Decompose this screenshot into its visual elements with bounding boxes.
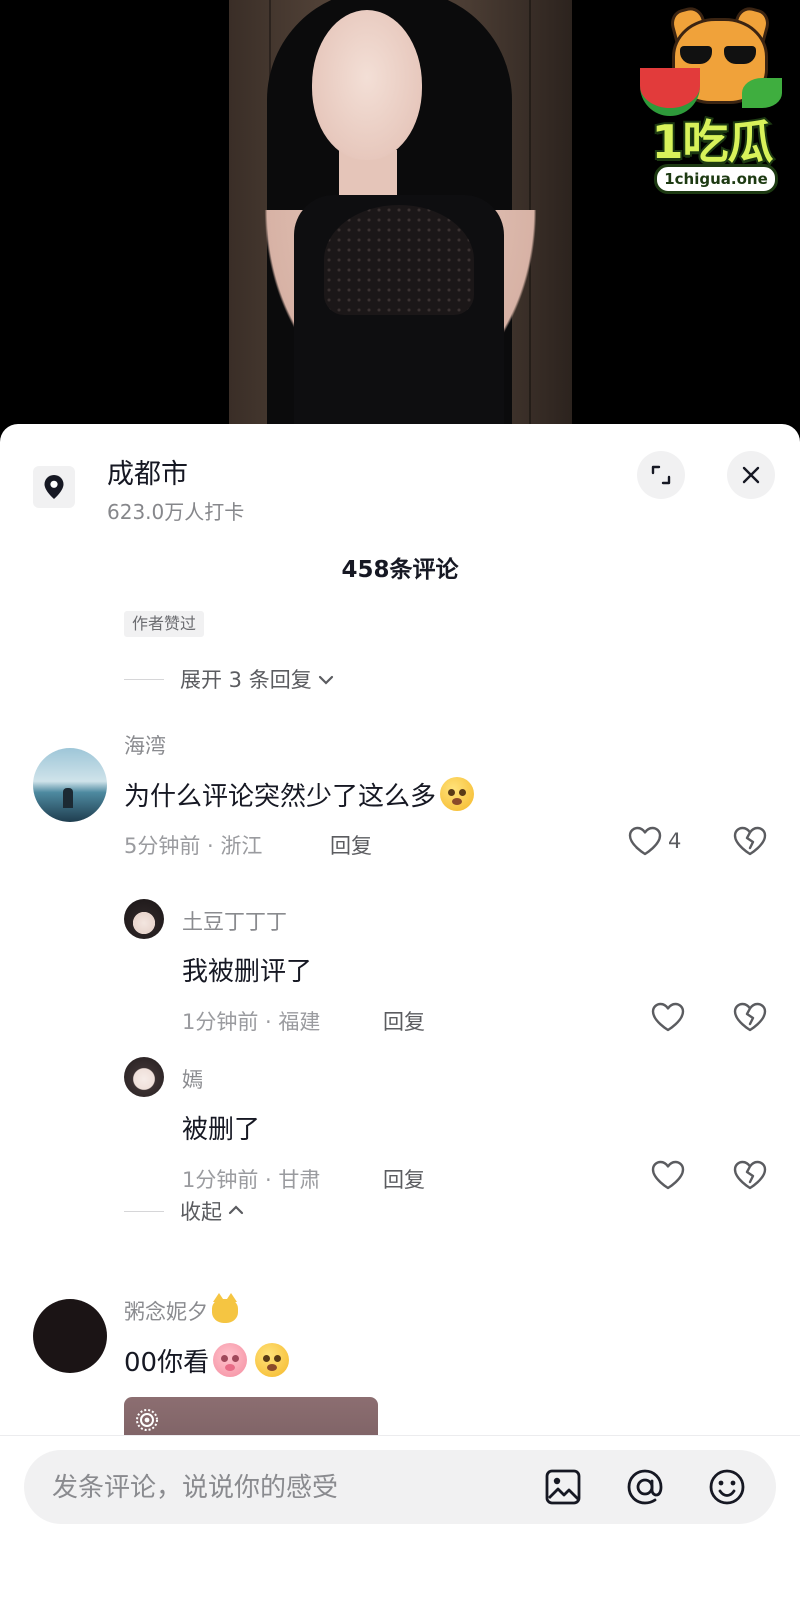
dislike-button[interactable] — [733, 1002, 767, 1032]
comment-text: 为什么评论突然少了这么多 — [124, 776, 475, 813]
heart-icon — [651, 1002, 685, 1032]
comment-meta: 5分钟前 · 浙江 — [124, 834, 263, 858]
heart-icon — [628, 826, 662, 856]
location-checkins: 623.0万人打卡 — [107, 500, 245, 524]
location-city: 成都市 — [107, 459, 188, 490]
like-button[interactable]: 4 — [628, 826, 681, 856]
mention-button[interactable] — [624, 1466, 666, 1508]
expand-icon — [651, 465, 671, 485]
watermark-brand: 1吃瓜 — [649, 113, 775, 171]
comment-count: 458条评论 — [341, 557, 459, 583]
avatar[interactable] — [124, 1057, 164, 1097]
like-count: 4 — [668, 829, 682, 853]
watermark-domain: 1chigua.one — [654, 164, 778, 194]
collapse-replies-button[interactable]: 收起 — [124, 1196, 244, 1226]
comment-username[interactable]: 海湾 — [124, 730, 166, 760]
reply-button[interactable]: 回复 — [383, 1164, 425, 1194]
comment-sheet: 成都市 623.0万人打卡 458条评论 作者赞过 展开 3 条回复 海湾 为什… — [0, 424, 800, 1603]
at-icon — [627, 1469, 663, 1505]
comment-text-body: 为什么评论突然少了这么多 — [124, 782, 437, 812]
image-button[interactable] — [542, 1466, 584, 1508]
reply-text: 我被删评了 — [182, 957, 313, 987]
pig-emoji-icon — [213, 1343, 248, 1377]
like-button[interactable] — [651, 1002, 685, 1032]
watermark-logo: 1吃瓜 1chigua.one — [632, 4, 792, 194]
avatar[interactable] — [33, 748, 107, 822]
heart-icon — [651, 1160, 685, 1190]
blush-emoji-icon — [255, 1343, 290, 1377]
avatar[interactable] — [124, 899, 164, 939]
dizzy-emoji-icon — [440, 777, 475, 811]
collapse-replies-label: 收起 — [180, 1200, 222, 1224]
reply-username[interactable]: 嫣 — [182, 1064, 203, 1094]
broken-heart-icon — [733, 1160, 767, 1190]
chevron-up-icon — [228, 1203, 244, 1219]
close-button[interactable] — [727, 451, 775, 499]
smiley-icon — [709, 1469, 745, 1505]
cat-emoji-icon — [212, 1293, 238, 1323]
expand-replies-button[interactable]: 展开 3 条回复 — [124, 664, 334, 694]
avatar[interactable] — [33, 1299, 107, 1373]
dislike-button[interactable] — [733, 826, 767, 856]
video-area[interactable]: 1吃瓜 1chigua.one — [0, 0, 800, 440]
like-button[interactable] — [651, 1160, 685, 1190]
comment-text-body: 00你看 — [124, 1348, 210, 1378]
reply-button[interactable]: 回复 — [330, 830, 372, 860]
comment-username[interactable]: 粥念妮夕 — [124, 1293, 238, 1326]
image-icon — [545, 1469, 581, 1505]
author-liked-badge: 作者赞过 — [124, 611, 205, 637]
reply-meta: 1分钟前 · 甘肃 — [182, 1168, 321, 1192]
close-icon — [742, 466, 760, 484]
location-pin-icon — [33, 466, 75, 508]
broken-heart-icon — [733, 1002, 767, 1032]
video-thumbnail[interactable] — [229, 0, 572, 440]
comment-input-bar — [0, 1435, 800, 1604]
emoji-button[interactable] — [706, 1466, 748, 1508]
chevron-down-icon — [318, 670, 334, 689]
reply-text: 被删了 — [182, 1115, 261, 1145]
comment-input[interactable] — [50, 1450, 494, 1526]
live-photo-icon — [136, 1409, 158, 1431]
reply-meta: 1分钟前 · 福建 — [182, 1010, 321, 1034]
comment-username-text: 粥念妮夕 — [124, 1300, 208, 1324]
expand-replies-label: 展开 3 条回复 — [180, 668, 312, 692]
reply-button[interactable]: 回复 — [383, 1006, 425, 1036]
broken-heart-icon — [733, 826, 767, 856]
expand-button[interactable] — [637, 451, 685, 499]
dislike-button[interactable] — [733, 1160, 767, 1190]
comment-input-pill[interactable] — [24, 1450, 776, 1526]
reply-username[interactable]: 土豆丁丁丁 — [182, 906, 287, 936]
comment-text: 00你看 — [124, 1342, 290, 1379]
